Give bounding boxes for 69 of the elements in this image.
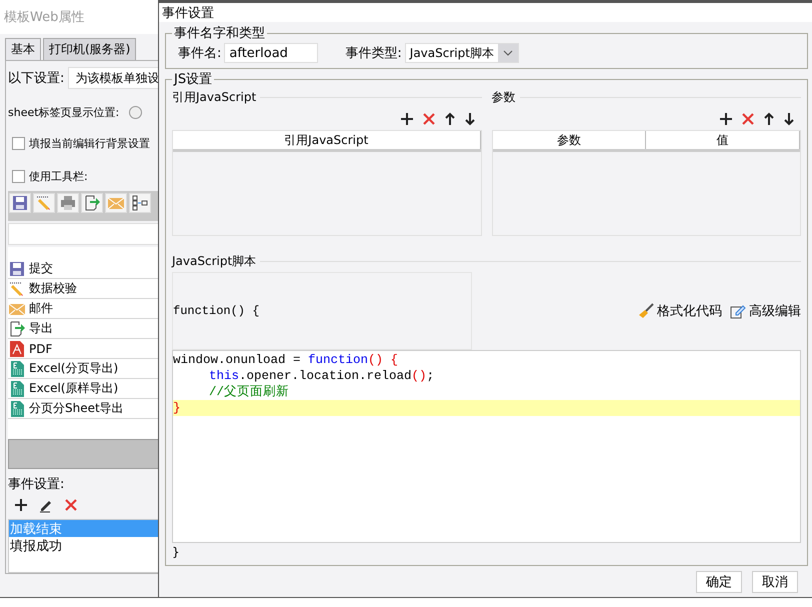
toolbar-button[interactable] (9, 193, 31, 213)
dialog-button[interactable]: 取消 (752, 571, 798, 593)
list-item[interactable]: 填报成功 (9, 537, 159, 554)
checkbox-label: 填报当前编辑行背景设置 (29, 136, 150, 150)
code-text: } (172, 544, 181, 561)
delete-icon[interactable] (422, 112, 436, 126)
list-item[interactable]: 邮件 (29, 300, 53, 317)
field-label: 事件名: (178, 45, 222, 62)
toolbar-button[interactable] (57, 193, 79, 213)
add-icon[interactable] (14, 498, 28, 512)
tab[interactable]: 打印机(服务器) (43, 38, 136, 60)
checkbox-label: 使用工具栏: (29, 168, 88, 184)
list-item[interactable]: Excel(原样导出) (29, 380, 118, 397)
chevron-icon (502, 50, 513, 56)
section-title: JavaScript脚本 (172, 252, 256, 270)
input-field[interactable] (8, 223, 160, 245)
list-item[interactable]: PDF (29, 342, 52, 356)
list-item[interactable]: 分页分Sheet导出 (29, 400, 124, 417)
dialog-button[interactable]: 确定 (696, 571, 742, 593)
mail-icon (108, 195, 124, 211)
radio-button[interactable] (129, 106, 142, 118)
column-header[interactable]: 值 (646, 131, 800, 149)
delete-icon[interactable] (741, 112, 755, 126)
action-link[interactable]: 高级编辑 (730, 302, 801, 320)
pencil-icon (9, 280, 25, 296)
column-header[interactable]: 参数 (492, 131, 646, 149)
dropdown[interactable]: 为该模板单独设 (68, 67, 160, 89)
code-line: //父页面刷新 (208, 384, 290, 400)
field-label: sheet标签页显示位置: (8, 104, 120, 120)
window-title: 模板Web属性 (0, 0, 160, 34)
list-item[interactable]: Excel(分页导出) (29, 360, 118, 377)
delete-icon[interactable] (64, 498, 78, 512)
toolbar-button[interactable] (129, 193, 151, 213)
up-arrow-icon[interactable] (763, 112, 775, 126)
up-arrow-icon[interactable] (444, 112, 456, 126)
down-arrow-icon[interactable] (464, 112, 476, 126)
field-label: 以下设置: (8, 70, 64, 87)
broom-icon (638, 303, 654, 319)
list-item[interactable]: 提交 (29, 260, 53, 277)
code-editor[interactable]: window.onunload = function() { this.opener.location.reload(); //父页面刷新 } (172, 350, 801, 543)
section-title: 参数 (492, 88, 516, 106)
dialog-title: 事件设置 (159, 3, 812, 22)
name-field[interactable]: afterload (224, 43, 318, 63)
export-icon (9, 320, 25, 336)
save-icon (12, 195, 28, 211)
group-title: JS设置 (172, 71, 214, 88)
section-title: 引用JavaScript (172, 88, 256, 106)
add-icon[interactable] (400, 112, 414, 126)
pencil-icon (36, 195, 52, 211)
layout-icon (132, 195, 148, 211)
export-icon (84, 195, 100, 211)
code-line: this.opener.location.reload(); (208, 368, 436, 384)
list-item[interactable]: 导出 (29, 320, 53, 337)
action-link[interactable]: 格式化代码 (638, 302, 722, 320)
checkbox[interactable] (12, 170, 25, 182)
printer-icon (60, 195, 76, 211)
code-text: function() { (173, 304, 260, 318)
add-icon[interactable] (719, 112, 733, 126)
group-title: 事件名字和类型 (173, 25, 266, 42)
toolbar-button[interactable] (81, 193, 103, 213)
field-label: 事件类型: (345, 45, 402, 62)
tab[interactable]: 基本 (5, 38, 41, 60)
section-label: 事件设置: (8, 476, 64, 493)
type-dropdown[interactable]: JavaScript脚本 (404, 43, 519, 63)
checkbox[interactable] (12, 136, 25, 150)
edit-icon (730, 303, 746, 319)
list-item[interactable]: 数据校验 (29, 280, 77, 297)
down-arrow-icon[interactable] (783, 112, 795, 126)
code-line: window.onunload = function() { (173, 352, 400, 368)
